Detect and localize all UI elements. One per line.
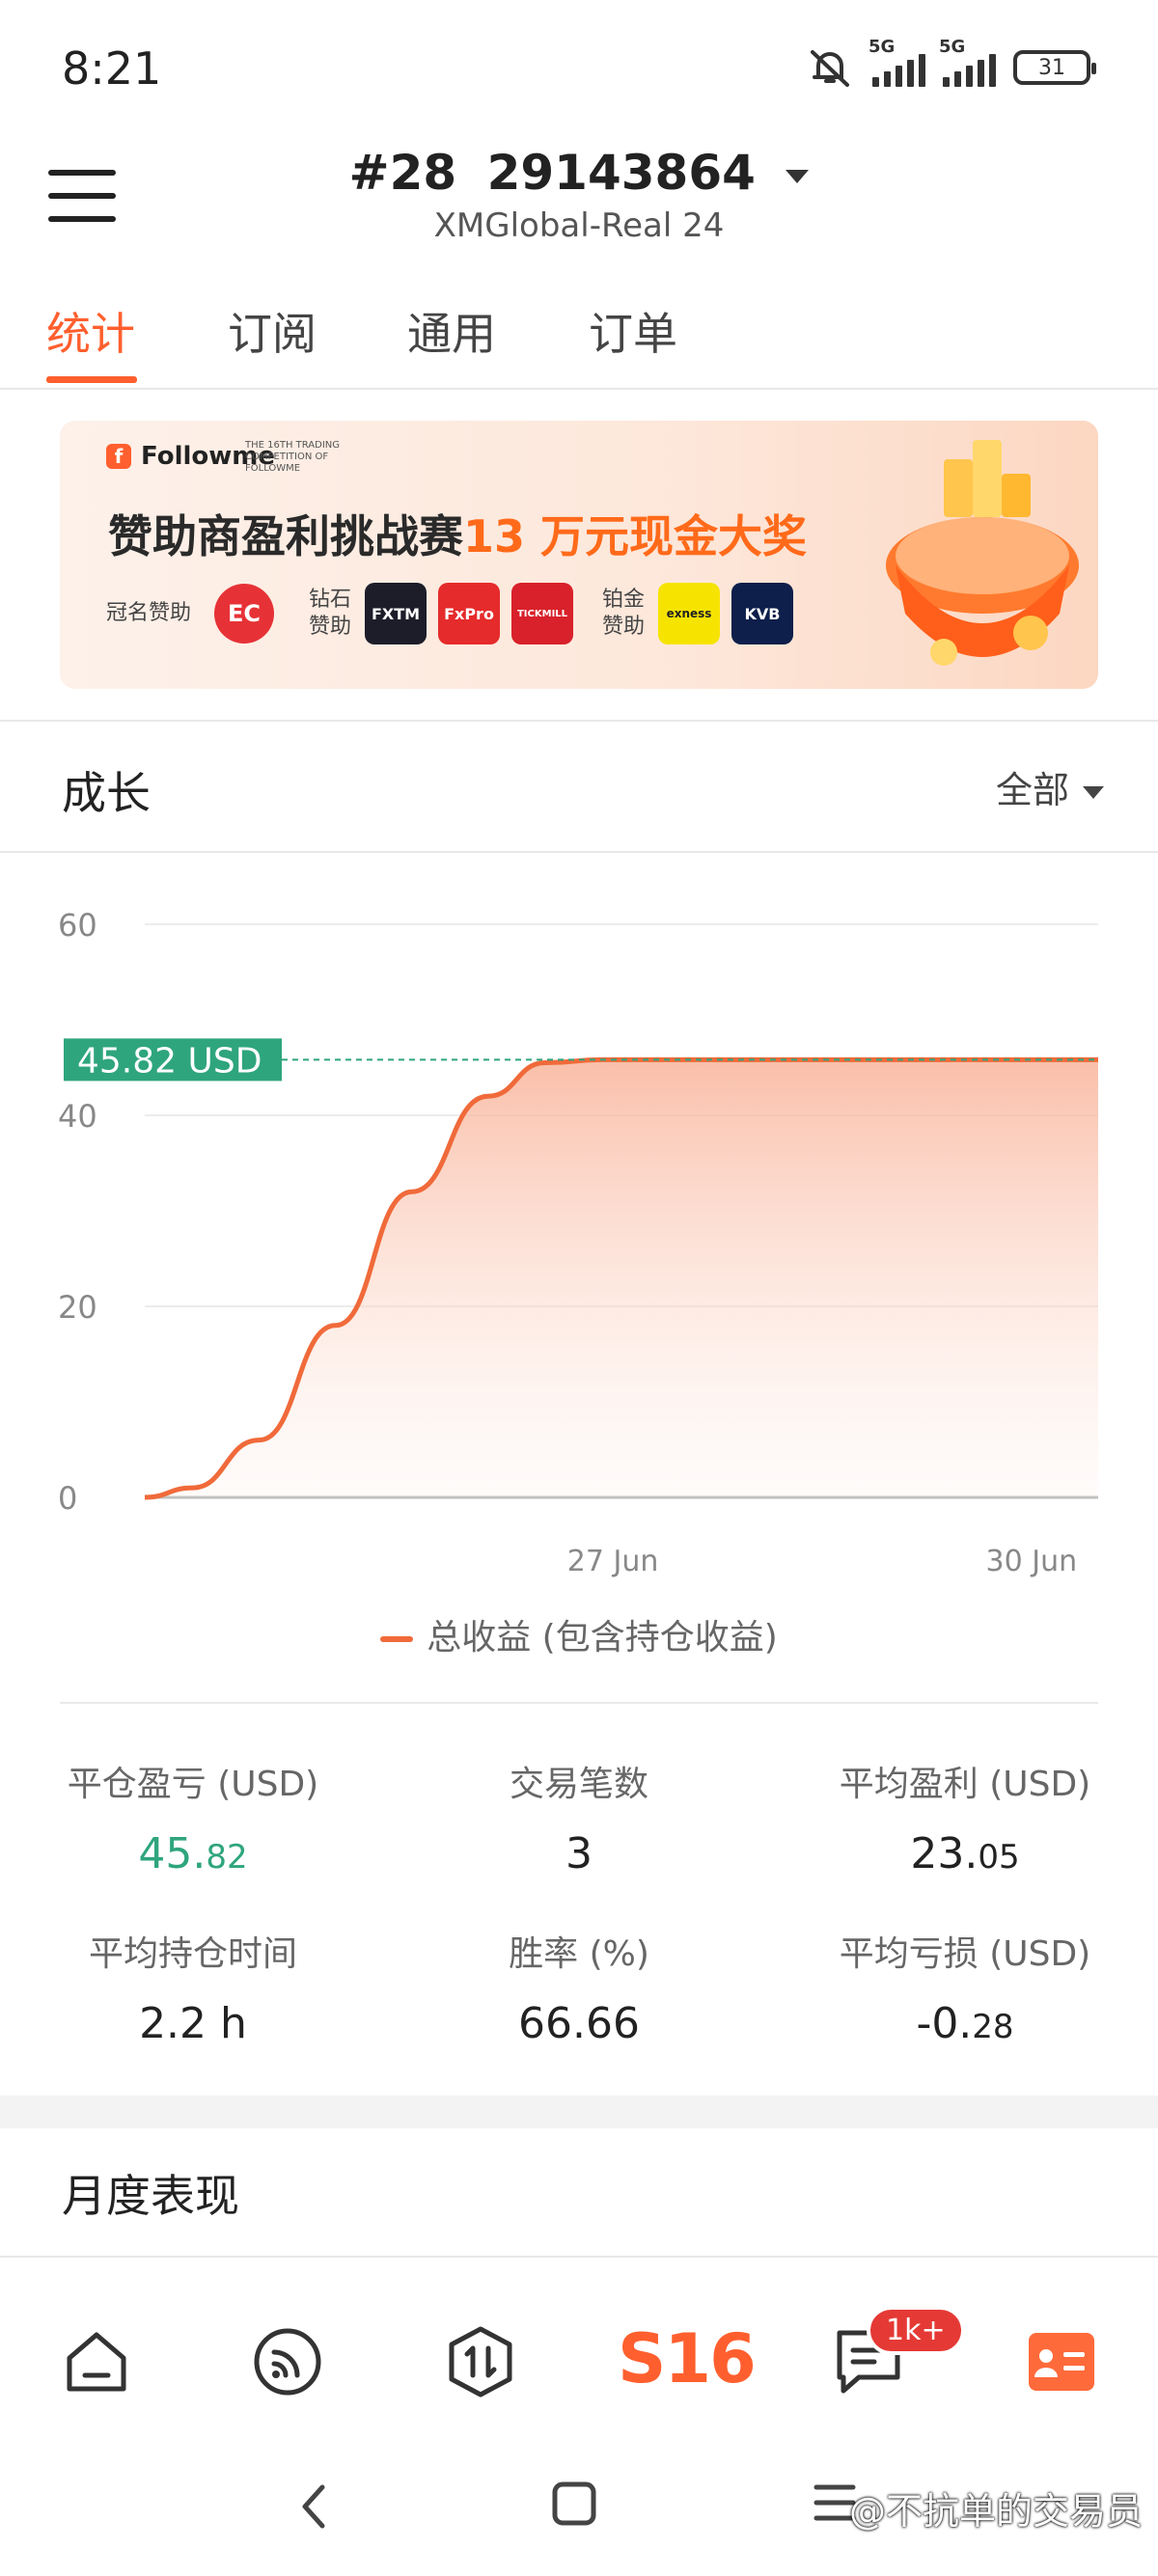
y-tick-label: 20 (58, 1289, 97, 1326)
section-divider (0, 2096, 1158, 2128)
promo-banner[interactable]: f Followme THE 16TH TRADING COMPETITION O… (60, 421, 1098, 689)
signal-5g-2: 5G (939, 37, 996, 87)
home-icon[interactable] (58, 2323, 135, 2400)
profile-card-icon[interactable] (1023, 2323, 1100, 2400)
x-tick-label: 27 Jun (567, 1545, 659, 1578)
x-tick-label: 30 Jun (986, 1545, 1078, 1578)
account-selector[interactable]: #28 29143864 (0, 145, 1158, 201)
account-id: 29143864 (486, 145, 756, 201)
stat-avg-profit: 平均盈利 (USD) 23.05 (839, 1765, 1091, 1878)
stat-closed-pnl: 平仓盈亏 (USD) 45.82 (67, 1765, 319, 1878)
status-time: 8:21 (62, 42, 162, 95)
feed-icon[interactable] (249, 2323, 326, 2400)
platinum-sponsor-label: 铂金赞助 (602, 588, 646, 639)
current-value-label: 45.82 USD (77, 1041, 262, 1081)
y-tick-label: 40 (58, 1098, 97, 1135)
account-rank: #28 (348, 145, 457, 201)
battery-level: 31 (1038, 55, 1065, 80)
stat-avg-hold-time: 平均持仓时间 2.2 h (88, 1934, 297, 2048)
ec-logo: EC (214, 584, 275, 644)
chevron-down-icon (1083, 786, 1104, 799)
signal-5g-1: 5G (868, 37, 925, 87)
tab-bar: 统计 订阅 通用 订单 (0, 280, 1158, 390)
diamond-sponsor-label: 钻石赞助 (309, 588, 352, 639)
title-sponsor-label: 冠名赞助 (106, 601, 192, 625)
stat-avg-loss: 平均亏损 (USD) -0.28 (839, 1934, 1091, 2048)
chart-legend: 总收益 (包含持仓收益) (0, 1609, 1158, 1659)
fxpro-logo: FxPro (438, 583, 501, 644)
legend-label: 总收益 (包含持仓收益) (427, 1618, 778, 1658)
bottom-nav: S16 1k+ (0, 2285, 1158, 2429)
tab-indicator (46, 376, 137, 383)
trophy-illustration (886, 440, 1079, 666)
tab-general[interactable]: 通用 (407, 299, 496, 363)
stat-trade-count: 交易笔数 3 (509, 1765, 648, 1878)
battery-icon: 31 (1013, 50, 1096, 85)
unread-badge: 1k+ (867, 2306, 965, 2355)
exness-logo: exness (658, 583, 721, 644)
growth-chart: 45.82 USD 60 40 20 0 27 Jun 30 Jun (0, 888, 1158, 1582)
home-button-icon[interactable] (550, 2480, 598, 2528)
tab-orders[interactable]: 订单 (589, 299, 677, 363)
y-tick-label: 0 (58, 1480, 77, 1517)
watermark: @不抗单的交易员 (848, 2490, 1143, 2533)
range-filter[interactable]: 全部 (996, 760, 1104, 813)
stats-grid: 平仓盈亏 (USD) 45.82 交易笔数 3 平均盈利 (USD) 23.05… (0, 1698, 1158, 2103)
chevron-down-icon (786, 169, 810, 183)
range-filter-label: 全部 (995, 769, 1069, 811)
monthly-title[interactable]: 月度表现 (62, 2161, 239, 2225)
status-bar: 8:21 5G 5G 31 (0, 0, 1158, 135)
tickmill-logo: TICKMILL (511, 583, 574, 644)
growth-area (145, 1059, 1098, 1497)
trade-icon[interactable] (442, 2323, 519, 2400)
signal-5g-2-label: 5G (939, 37, 966, 57)
sponsor-row: 冠名赞助 EC 钻石赞助 FXTM FxPro TICKMILL 铂金赞助 ex… (106, 583, 794, 644)
tab-subscribe[interactable]: 订阅 (228, 299, 317, 363)
legend-swatch (380, 1636, 414, 1642)
y-tick-label: 60 (58, 907, 97, 944)
mute-icon (811, 50, 849, 87)
fxtm-logo: FXTM (365, 583, 427, 644)
competition-mark: THE 16TH TRADING COMPETITION OF FOLLOWME (245, 440, 341, 474)
back-icon[interactable] (290, 2478, 338, 2535)
s16-icon[interactable]: S16 (618, 2319, 757, 2398)
tab-stats[interactable]: 统计 (46, 299, 135, 363)
growth-title: 成长 (62, 767, 151, 819)
banner-headline: 赞助商盈利挑战赛13 万元现金大奖 (108, 510, 808, 562)
growth-chart-svg: 45.82 USD 60 40 20 0 27 Jun 30 Jun (58, 907, 1098, 1578)
stat-win-rate: 胜率 (%) 66.66 (509, 1934, 649, 2048)
app-header: #28 29143864 XMGlobal-Real 24 (0, 135, 1158, 270)
signal-5g-1-label: 5G (868, 37, 896, 57)
status-icons: 5G 5G 31 (805, 37, 1096, 89)
kvb-logo: KVB (731, 583, 794, 644)
account-server: XMGlobal-Real 24 (433, 206, 725, 245)
